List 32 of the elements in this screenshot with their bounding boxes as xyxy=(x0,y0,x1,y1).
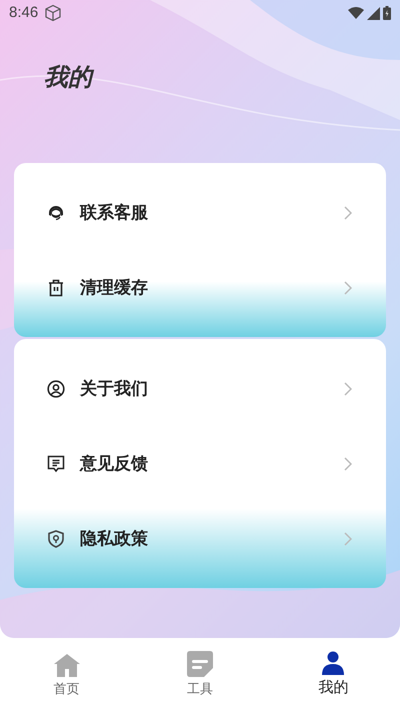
signal-icon xyxy=(367,6,380,20)
note-icon xyxy=(186,650,213,677)
shield-icon xyxy=(48,530,64,548)
chevron-right-icon xyxy=(344,280,352,294)
menu-item[interactable]: 联系客服 xyxy=(14,175,386,250)
chevron-right-icon xyxy=(344,382,352,396)
chevron-right-icon xyxy=(344,206,352,220)
menu-item[interactable]: 隐私政策 xyxy=(14,501,386,576)
menu-label: 隐私政策 xyxy=(80,528,149,550)
user-circle-icon xyxy=(47,380,65,398)
chevron-right-icon xyxy=(344,456,352,470)
page-title: 我的 xyxy=(44,62,400,94)
menu-item[interactable]: 意见反馈 xyxy=(14,426,386,501)
battery-icon xyxy=(383,6,391,20)
home-icon xyxy=(52,652,81,677)
cube-icon xyxy=(44,4,62,22)
nav-tab[interactable]: 首页 xyxy=(0,650,134,698)
menu-label: 清理缓存 xyxy=(80,276,149,299)
menu-label: 关于我们 xyxy=(80,378,149,400)
trash-icon xyxy=(48,278,64,296)
wifi-icon xyxy=(348,7,364,19)
menu-item[interactable]: 清理缓存 xyxy=(14,250,386,325)
menu-label: 意见反馈 xyxy=(80,452,149,475)
menu-item[interactable]: 关于我们 xyxy=(14,351,386,426)
nav-tab[interactable]: 我的 xyxy=(266,649,400,700)
headset-icon xyxy=(47,204,65,222)
person-icon xyxy=(321,651,346,676)
menu-label: 联系客服 xyxy=(80,202,149,224)
nav-tab[interactable]: 工具 xyxy=(133,650,267,698)
status-time: 8:46 xyxy=(9,2,38,23)
message-icon xyxy=(47,454,65,472)
chevron-right-icon xyxy=(344,532,352,546)
